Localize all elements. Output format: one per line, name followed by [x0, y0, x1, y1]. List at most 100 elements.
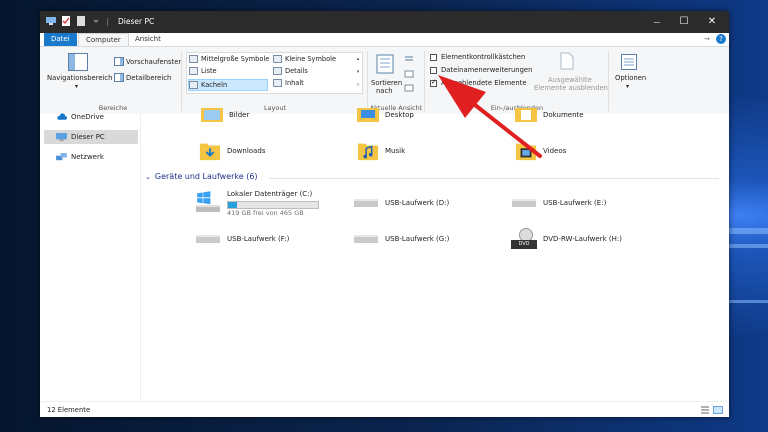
new-folder-icon[interactable]	[76, 16, 86, 26]
divider	[181, 51, 182, 111]
sort-by-icon[interactable]	[376, 54, 394, 74]
layout-content[interactable]: Inhalt	[273, 79, 304, 87]
checkbox[interactable]	[430, 53, 437, 61]
folder-label: Desktop	[385, 111, 414, 119]
navigation-pane-icon[interactable]	[68, 53, 88, 71]
sidebar-item-label: Dieser PC	[71, 133, 105, 141]
divider	[608, 51, 609, 111]
drive-item-g[interactable]: USB-Laufwerk (G:)	[353, 234, 449, 244]
item-checkboxes-label: Elementkontrollkästchen	[441, 53, 526, 61]
navigation-pane: OneDrive Dieser PC Netzwerk	[40, 113, 141, 401]
close-button[interactable]: ✕	[698, 11, 726, 33]
chevron-down-icon[interactable]: ▾	[626, 83, 629, 90]
tiles-view-icon[interactable]	[713, 406, 723, 414]
status-bar: 12 Elemente	[40, 401, 729, 417]
wallpaper-beam	[728, 244, 768, 248]
options-icon[interactable]	[621, 54, 637, 70]
drive-label: USB-Laufwerk (E:)	[543, 199, 607, 207]
drive-item-c[interactable]: Lokaler Datenträger (C:) 419 GB frei von…	[195, 190, 319, 218]
details-view-icon[interactable]	[700, 406, 710, 414]
add-columns-icon[interactable]	[404, 70, 414, 78]
tab-computer[interactable]: Computer	[78, 33, 129, 46]
computer-icon	[56, 132, 67, 141]
gallery-scroll[interactable]: ▴ ▾ ▿	[354, 52, 363, 94]
tab-file[interactable]: Datei	[44, 33, 77, 46]
layout-medium-icons[interactable]: Mittelgroße Symbole	[189, 55, 269, 63]
drive-label: USB-Laufwerk (G:)	[385, 235, 450, 243]
drive-item-h[interactable]: DVD DVD-RW-Laufwerk (H:)	[511, 228, 622, 250]
folder-label: Musik	[385, 147, 406, 155]
usb-drive-icon	[354, 235, 378, 243]
hide-selected-label-1[interactable]: Ausgewählte	[548, 76, 592, 84]
layout-list[interactable]: Liste	[189, 67, 217, 75]
hidden-items-label: Ausgeblendete Elemente	[441, 79, 527, 87]
drive-label: DVD-RW-Laufwerk (H:)	[543, 235, 622, 243]
sidebar-item-this-pc[interactable]: Dieser PC	[44, 130, 138, 144]
downloads-folder-icon	[199, 143, 221, 161]
folder-item-desktop[interactable]: Desktop	[357, 108, 414, 122]
this-pc-icon	[46, 17, 56, 25]
dvd-drive-icon: DVD	[511, 228, 537, 250]
file-extensions-toggle[interactable]: Dateinamenerweiterungen	[430, 66, 532, 74]
usb-drive-icon	[354, 199, 378, 207]
tiles-icon	[189, 81, 198, 89]
sidebar-item-onedrive[interactable]: OneDrive	[44, 110, 138, 124]
chevron-down-icon[interactable]	[91, 16, 101, 26]
small-icons-icon	[273, 55, 282, 63]
documents-folder-icon	[515, 108, 537, 122]
videos-folder-icon	[515, 143, 537, 161]
item-checkboxes-toggle[interactable]: Elementkontrollkästchen	[430, 53, 525, 61]
folder-item-music[interactable]: Musik	[357, 140, 405, 162]
drive-item-e[interactable]: USB-Laufwerk (E:)	[511, 198, 606, 208]
layout-small-icons[interactable]: Kleine Symbole	[273, 55, 336, 63]
properties-icon[interactable]	[61, 16, 71, 26]
hidden-items-toggle[interactable]: Ausgeblendete Elemente	[430, 78, 527, 87]
section-divider	[269, 178, 719, 179]
layout-tiles[interactable]: Kacheln	[188, 79, 268, 91]
layout-small-label: Kleine Symbole	[285, 55, 336, 63]
folder-item-videos[interactable]: Videos	[515, 140, 566, 162]
preview-pane-button[interactable]: Vorschaufenster	[126, 58, 181, 66]
checkbox[interactable]	[430, 66, 437, 74]
chevron-down-icon[interactable]: ▾	[75, 83, 78, 90]
layout-tiles-label: Kacheln	[201, 81, 228, 89]
drive-usage-fill	[228, 202, 237, 208]
hide-selected-label-2[interactable]: Elemente ausblenden	[534, 84, 608, 92]
content-area: Bilder Desktop Dokumente Downloads Musik…	[141, 108, 729, 401]
item-count: 12 Elemente	[47, 406, 91, 414]
hide-selected-icon	[560, 52, 574, 70]
folder-label: Downloads	[227, 147, 266, 155]
group-by-icon[interactable]	[404, 55, 414, 63]
folder-item-documents[interactable]: Dokumente	[515, 108, 584, 122]
medium-icons-icon	[189, 55, 198, 63]
folder-item-downloads[interactable]: Downloads	[199, 140, 265, 162]
tab-view[interactable]: Ansicht	[128, 33, 168, 46]
drive-item-f[interactable]: USB-Laufwerk (F:)	[195, 234, 289, 244]
pin-ribbon-icon[interactable]: ⇝	[704, 35, 710, 43]
group-label-layout: Layout	[263, 104, 287, 112]
cloud-icon	[57, 113, 67, 120]
layout-content-label: Inhalt	[285, 79, 304, 87]
devices-heading: Geräte und Laufwerke (6)	[154, 172, 258, 181]
title-bar: | Dieser PC — ☐ ✕	[40, 11, 729, 33]
help-icon[interactable]: ?	[716, 34, 726, 44]
usb-drive-icon	[196, 235, 220, 243]
layout-details[interactable]: Details	[273, 67, 308, 75]
ribbon-tabs: Datei Computer Ansicht ⇝ ?	[40, 33, 729, 46]
folder-item-pictures[interactable]: Bilder	[201, 108, 249, 122]
drive-usage-bar	[227, 201, 319, 209]
devices-section-header[interactable]: ⌄ Geräte und Laufwerke (6)	[145, 172, 258, 181]
drive-item-d[interactable]: USB-Laufwerk (D:)	[353, 198, 449, 208]
chevron-down-icon[interactable]: ⌄	[145, 173, 151, 181]
drive-label: USB-Laufwerk (D:)	[385, 199, 450, 207]
minimize-button[interactable]: —	[643, 11, 671, 33]
maximize-button[interactable]: ☐	[670, 11, 698, 33]
sort-by-label-2[interactable]: nach	[376, 87, 393, 95]
checkbox-checked[interactable]	[430, 78, 437, 87]
options-button[interactable]: Optionen	[615, 74, 646, 82]
details-pane-button[interactable]: Detailbereich	[126, 74, 171, 82]
sort-by-label-1[interactable]: Sortieren	[371, 79, 402, 87]
navigation-pane-button[interactable]: Navigationsbereich	[47, 74, 112, 82]
sidebar-item-network[interactable]: Netzwerk	[44, 150, 138, 164]
fit-columns-icon[interactable]	[404, 84, 414, 92]
